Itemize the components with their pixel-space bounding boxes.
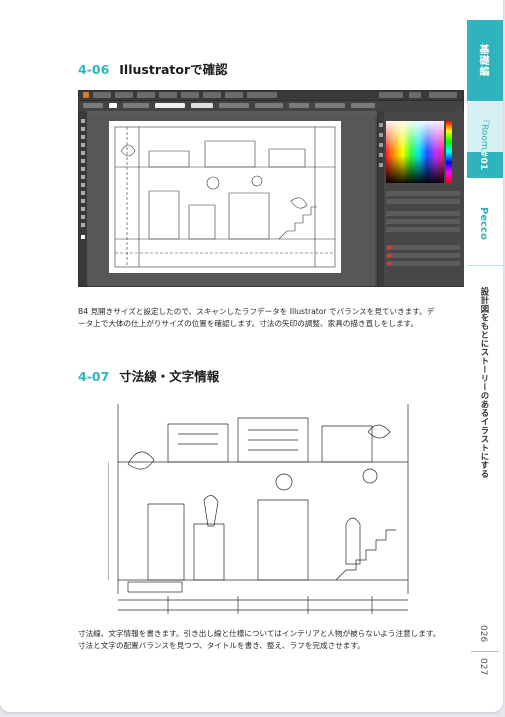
section-heading-4-06: 4-06 Illustratorで確認	[78, 59, 228, 78]
rough-sketch-drawing	[114, 126, 336, 268]
app-menubar	[79, 91, 463, 100]
panel-row	[386, 219, 460, 224]
body-line: 寸法と文字の配置バランスを見つつ、タイトルを書き、整え、ラフを完成させます。	[78, 641, 365, 650]
body-line: 寸法線、文字情報を書きます。引き出し線と仕様についてはインテリアと人物が被らない…	[78, 629, 441, 638]
page: 4-06 Illustratorで確認 B4 見開きサイズと設定したので、スキャ…	[0, 0, 505, 717]
section-number: 4-07	[78, 369, 110, 384]
section-body-4-07: 寸法線、文字情報を書きます。引き出し線と仕様についてはインテリアと人物が被らない…	[78, 628, 463, 652]
illustrator-screenshot	[78, 90, 464, 287]
canvas-area	[87, 117, 375, 286]
book-page: 4-06 Illustratorで確認 B4 見開きサイズと設定したので、スキャ…	[0, 0, 503, 712]
panel-row	[386, 211, 460, 216]
panel-icons	[378, 111, 384, 286]
dimension-sketch-image	[107, 404, 428, 618]
section-number: 4-06	[78, 62, 110, 77]
panel-row	[386, 191, 460, 196]
page-number-left: 026	[478, 625, 488, 643]
layer-row	[386, 245, 460, 250]
running-title: 設計図をもとにストーリーのあるイラストにする	[480, 287, 490, 479]
page-number-right: 027	[478, 658, 488, 676]
layer-row	[386, 261, 460, 266]
body-line: B4 見開きサイズと設定したので、スキャンしたラフデータを Illustrato…	[78, 307, 435, 316]
section-body-4-06: B4 見開きサイズと設定したので、スキャンしたラフデータを Illustrato…	[78, 306, 463, 330]
section-title: 寸法線・文字情報	[119, 369, 220, 384]
tab-room-number: #01	[478, 150, 488, 171]
tab-artist-label: Pecco	[478, 207, 489, 240]
body-line: ータ上で大体の仕上がりサイズの位置を確認します。寸法の矢印の調整、家具の描き直し…	[78, 319, 418, 328]
panel-row	[386, 199, 460, 204]
panels-dock	[377, 111, 464, 286]
hue-slider	[446, 121, 452, 183]
layer-row	[386, 253, 460, 258]
color-picker	[386, 121, 444, 183]
section-title: Illustratorで確認	[119, 62, 228, 77]
hand-drawn-elevation	[107, 404, 409, 614]
panel-row	[386, 227, 460, 232]
page-number-divider	[471, 651, 499, 652]
section-heading-4-07: 4-07 寸法線・文字情報	[78, 366, 219, 385]
tool-panel	[79, 111, 87, 286]
artboard	[109, 121, 341, 273]
tab-basics-label: 基礎編	[477, 44, 488, 77]
divider	[467, 265, 503, 266]
